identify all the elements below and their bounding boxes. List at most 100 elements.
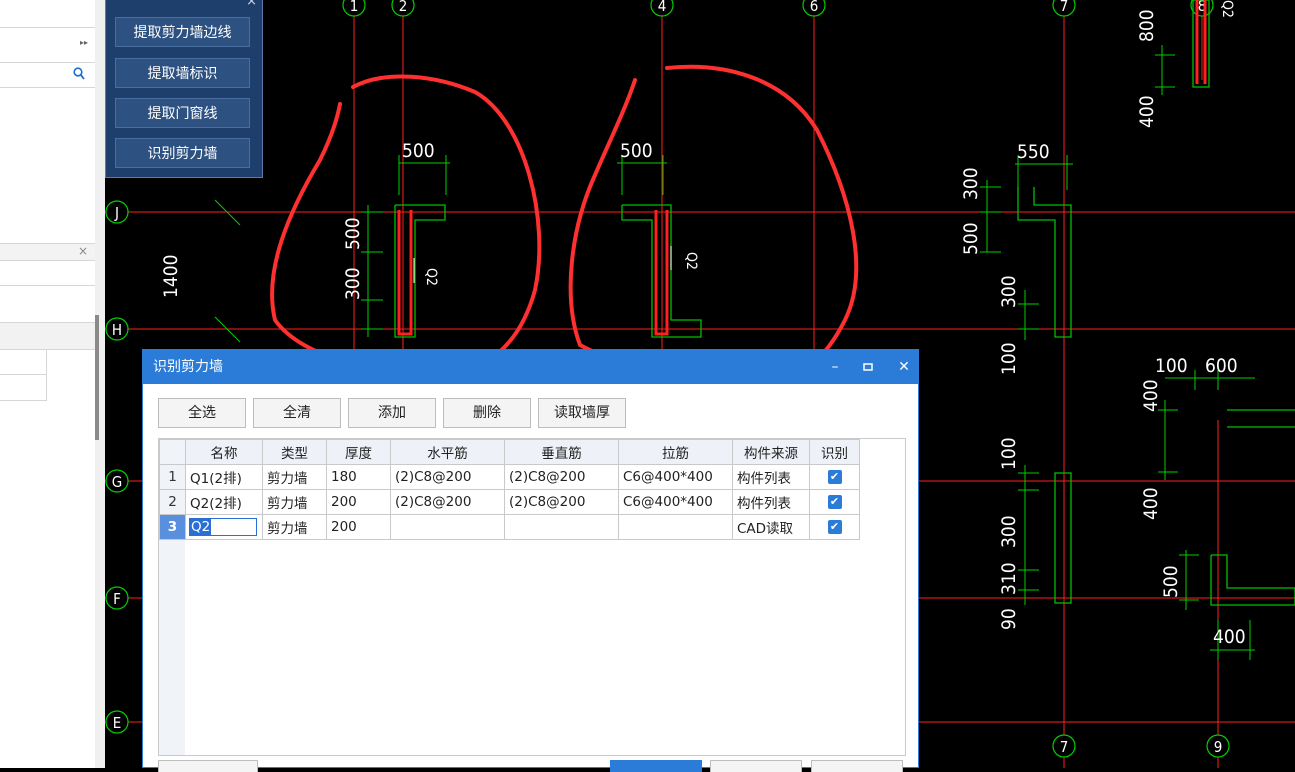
table-row[interactable]: 1 Q1(2排) 剪力墙 180 (2)C8@200 (2)C8@200 C6@… — [159, 464, 860, 490]
dim-text: 400 — [1213, 626, 1246, 648]
cell-vertical-rebar[interactable]: (2)C8@200 — [504, 489, 619, 515]
extract-wall-edge-button[interactable]: 提取剪力墙边线 — [115, 17, 250, 47]
cell-horizontal-rebar[interactable]: (2)C8@200 — [390, 489, 505, 515]
dim-text: 400 — [1140, 487, 1162, 520]
row-number[interactable]: 2 — [159, 489, 186, 515]
close-icon[interactable]: × — [78, 244, 88, 258]
table-row[interactable]: 2 Q2(2排) 剪力墙 200 (2)C8@200 (2)C8@200 C6@… — [159, 489, 860, 515]
secondary-button[interactable] — [710, 760, 802, 772]
add-button[interactable]: 添加 — [348, 398, 436, 428]
cancel-button[interactable] — [811, 760, 903, 772]
col-name[interactable]: 名称 — [185, 439, 263, 465]
cell-tie-rebar[interactable] — [618, 514, 733, 540]
table-row-selected[interactable]: 3 Q2 剪力墙 200 CAD读取 ✔ — [159, 514, 860, 540]
col-type[interactable]: 类型 — [262, 439, 327, 465]
bottom-left-button[interactable] — [158, 760, 258, 772]
collapse-icon[interactable]: ▸▸ — [80, 38, 88, 47]
cell-type[interactable]: 剪力墙 — [262, 464, 327, 490]
dim-text: 800 — [1136, 9, 1158, 42]
axis-label: F — [113, 590, 121, 608]
cell-type[interactable]: 剪力墙 — [262, 514, 327, 540]
maximize-button[interactable] — [857, 350, 879, 384]
wall-label: Q2 — [423, 268, 439, 286]
close-icon[interactable]: × — [246, 0, 257, 9]
minimize-button[interactable]: – — [824, 350, 846, 384]
close-button[interactable]: ✕ — [893, 350, 915, 384]
circle-annotation — [270, 74, 542, 377]
dialog-title: 识别剪力墙 — [153, 359, 223, 375]
identify-shear-wall-button[interactable]: 识别剪力墙 — [115, 138, 250, 168]
cell-vertical-rebar[interactable]: (2)C8@200 — [504, 464, 619, 490]
cell-tie-rebar[interactable]: C6@400*400 — [618, 489, 733, 515]
cell-vertical-rebar[interactable] — [504, 514, 619, 540]
cell-recognize[interactable]: ✔ — [809, 514, 860, 540]
dim-text: 1400 — [160, 255, 182, 299]
row-number[interactable]: 1 — [159, 464, 186, 490]
col-tie-rebar[interactable]: 拉筋 — [618, 439, 733, 465]
extract-door-window-button[interactable]: 提取门窗线 — [115, 98, 250, 128]
search-icon[interactable] — [73, 66, 85, 85]
dialog-title-bar[interactable]: 识别剪力墙 – ✕ — [143, 350, 918, 384]
extract-wall-mark-button[interactable]: 提取墙标识 — [115, 58, 250, 88]
axis-label: H — [112, 321, 122, 339]
cell-source[interactable]: 构件列表 — [732, 489, 810, 515]
axis-label: E — [113, 714, 122, 732]
table-header — [0, 322, 95, 350]
recognize-checkbox[interactable]: ✔ — [827, 470, 842, 484]
delete-button[interactable]: 删除 — [443, 398, 531, 428]
cell-name[interactable]: Q2(2排) — [185, 489, 263, 515]
table-row[interactable] — [0, 375, 47, 401]
cell-thickness[interactable]: 180 — [326, 464, 391, 490]
dim-text: 300 — [998, 515, 1020, 548]
dim-text: 550 — [1017, 141, 1050, 163]
cell-horizontal-rebar[interactable]: (2)C8@200 — [390, 464, 505, 490]
corner-cell — [159, 439, 186, 465]
axis-label: G — [112, 473, 122, 491]
splitter-handle[interactable] — [95, 315, 99, 440]
toolbar-strip — [0, 285, 95, 286]
confirm-button[interactable] — [610, 760, 702, 772]
selected-text[interactable]: Q2 — [190, 519, 212, 535]
col-thickness[interactable]: 厚度 — [326, 439, 391, 465]
cell-tie-rebar[interactable]: C6@400*400 — [618, 464, 733, 490]
wall-outline — [1054, 472, 1072, 604]
clear-all-button[interactable]: 全清 — [253, 398, 341, 428]
col-vertical-rebar[interactable]: 垂直筋 — [504, 439, 619, 465]
dim-text: 310 — [998, 562, 1020, 595]
recognize-checkbox[interactable]: ✔ — [827, 520, 842, 534]
cell-source[interactable]: CAD读取 — [732, 514, 810, 540]
table-row[interactable] — [0, 349, 47, 375]
cell-horizontal-rebar[interactable] — [390, 514, 505, 540]
cell-recognize[interactable]: ✔ — [809, 464, 860, 490]
dim-text: 400 — [1140, 379, 1162, 412]
cell-thickness[interactable]: 200 — [326, 489, 391, 515]
cell-name-editing[interactable]: Q2 — [185, 514, 263, 540]
dim-text: 500 — [402, 140, 435, 162]
col-recognize[interactable]: 识别 — [809, 439, 860, 465]
wall-label: Q2 — [683, 252, 699, 270]
cell-source[interactable]: 构件列表 — [732, 464, 810, 490]
dim-text: 500 — [342, 217, 364, 250]
dim-text: 100 — [1155, 355, 1188, 377]
cell-recognize[interactable]: ✔ — [809, 489, 860, 515]
wall-table: 名称 类型 厚度 水平筋 垂直筋 拉筋 构件来源 识别 1 Q1(2排) 剪力墙… — [158, 438, 906, 756]
dim-text: 90 — [998, 608, 1020, 630]
wall-label: Q2 — [1219, 0, 1235, 18]
cell-name[interactable]: Q1(2排) — [185, 464, 263, 490]
wall-outline — [1017, 187, 1072, 338]
select-all-button[interactable]: 全选 — [158, 398, 246, 428]
circle-annotation — [568, 64, 859, 389]
col-horizontal-rebar[interactable]: 水平筋 — [390, 439, 505, 465]
dim-text: 600 — [1205, 355, 1238, 377]
dim-text: 500 — [620, 140, 653, 162]
table-header-row: 名称 类型 厚度 水平筋 垂直筋 拉筋 构件来源 识别 — [159, 439, 860, 465]
axis-label: 2 — [399, 0, 408, 15]
cell-type[interactable]: 剪力墙 — [262, 489, 327, 515]
cell-thickness[interactable]: 200 — [326, 514, 391, 540]
recognize-checkbox[interactable]: ✔ — [827, 495, 842, 509]
axis-label: 7 — [1060, 0, 1069, 15]
row-number[interactable]: 3 — [159, 514, 186, 540]
name-edit-field[interactable]: Q2 — [189, 518, 257, 536]
col-source[interactable]: 构件来源 — [732, 439, 810, 465]
read-wall-thickness-button[interactable]: 读取墙厚 — [538, 398, 626, 428]
